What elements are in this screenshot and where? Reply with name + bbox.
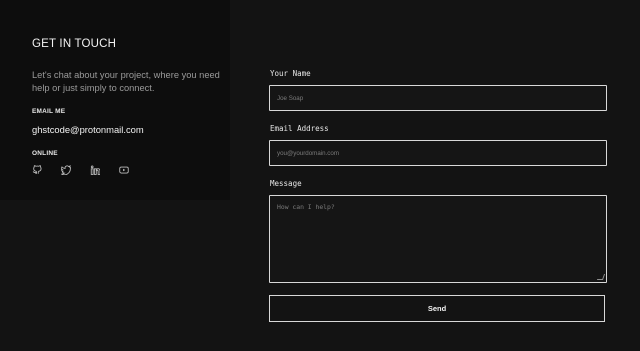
email-field[interactable] [269, 140, 607, 166]
intro-text: Let's chat about your project, where you… [32, 70, 220, 93]
send-button[interactable]: Send [269, 295, 605, 322]
name-label: Your Name [270, 69, 311, 78]
email-link[interactable]: ghstcode@protonmail.com [32, 124, 144, 135]
linkedin-icon[interactable] [90, 165, 100, 175]
youtube-icon[interactable] [119, 165, 129, 175]
page-title: GET IN TOUCH [32, 38, 117, 50]
name-input[interactable] [270, 86, 606, 110]
twitter-icon[interactable] [61, 165, 71, 175]
message-input[interactable] [270, 196, 606, 282]
name-field[interactable] [269, 85, 607, 111]
message-label: Message [270, 179, 302, 188]
email-input[interactable] [270, 141, 606, 165]
github-icon[interactable] [32, 165, 42, 175]
email-me-label: EMAIL ME [32, 108, 66, 115]
email-label: Email Address [270, 124, 329, 133]
online-label: ONLINE [32, 150, 58, 157]
message-field[interactable] [269, 195, 607, 283]
social-links [32, 165, 129, 175]
